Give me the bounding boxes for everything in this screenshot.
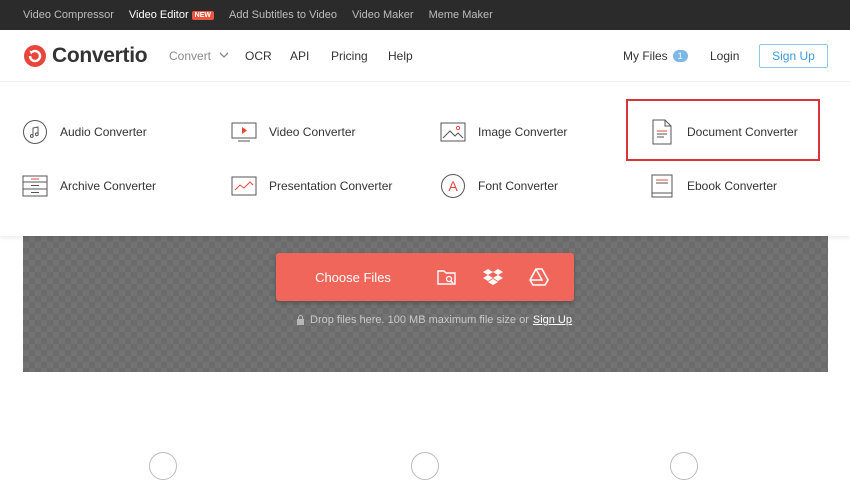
ebook-icon [649, 173, 675, 199]
new-badge: NEW [191, 11, 214, 20]
font-icon: A [440, 173, 466, 199]
nav-help[interactable]: Help [388, 49, 413, 63]
converter-label: Video Converter [269, 125, 356, 139]
converter-label: Image Converter [478, 125, 568, 139]
topbar-link-label: Video Editor [128, 9, 189, 21]
top-bar: Video Compressor Video Editor NEW Add Sub… [0, 0, 850, 30]
topbar-link-video-editor[interactable]: Video Editor NEW [129, 9, 214, 21]
folder-search-icon[interactable] [435, 265, 459, 289]
audio-converter-item[interactable]: Audio Converter [22, 119, 147, 145]
converter-label: Ebook Converter [687, 179, 778, 193]
main-navbar: Convertio Convert OCR API Pricing Help M… [0, 30, 850, 82]
feature-icon [149, 452, 177, 480]
archive-icon [22, 173, 48, 199]
image-icon [440, 119, 466, 145]
nav-login[interactable]: Login [710, 49, 739, 63]
video-play-icon [231, 119, 257, 145]
presentation-converter-item[interactable]: Presentation Converter [231, 173, 392, 199]
google-drive-icon[interactable] [527, 265, 551, 289]
music-note-icon [22, 119, 48, 145]
converter-label: Audio Converter [60, 125, 147, 139]
converter-label: Presentation Converter [269, 179, 393, 193]
logo-text: Convertio [52, 44, 148, 67]
logo[interactable]: Convertio [23, 44, 148, 68]
convertio-logo-icon [24, 45, 46, 67]
converter-label: Archive Converter [60, 179, 157, 193]
topbar-link-meme-maker[interactable]: Meme Maker [429, 9, 493, 21]
highlight-annotation-box [626, 99, 820, 161]
presentation-icon [231, 173, 257, 199]
upload-area[interactable]: Choose Files Drop files here. 100 MB max… [23, 236, 828, 372]
feature-icon [670, 452, 698, 480]
signup-button[interactable]: Sign Up [759, 44, 828, 68]
font-converter-item[interactable]: A Font Converter [440, 173, 558, 199]
ebook-converter-item[interactable]: Ebook Converter [649, 173, 777, 199]
chevron-down-icon [219, 52, 229, 58]
video-converter-item[interactable]: Video Converter [231, 119, 356, 145]
lock-icon [297, 315, 304, 325]
nav-my-files[interactable]: My Files 1 [623, 49, 688, 63]
nav-convert-dropdown[interactable]: Convert [169, 49, 229, 63]
topbar-link-add-subtitles[interactable]: Add Subtitles to Video [229, 9, 337, 21]
font-icon-glyph: A [448, 178, 458, 194]
nav-ocr[interactable]: OCR [245, 49, 272, 63]
drop-note: Drop files here. 100 MB maximum file siz… [296, 314, 572, 326]
image-converter-item[interactable]: Image Converter [440, 119, 567, 145]
topbar-link-video-compressor[interactable]: Video Compressor [23, 9, 114, 21]
archive-converter-item[interactable]: Archive Converter [22, 173, 156, 199]
feature-icon [411, 452, 439, 480]
drop-note-text: Drop files here. 100 MB maximum file siz… [310, 314, 529, 326]
choose-files-button[interactable]: Choose Files [276, 253, 430, 301]
convert-dropdown-menu: Audio Converter Video Converter Image Co… [0, 83, 850, 236]
choose-files-bar: Choose Files [276, 253, 574, 301]
nav-api[interactable]: API [290, 49, 309, 63]
drop-note-signup-link[interactable]: Sign Up [533, 314, 572, 326]
nav-pricing[interactable]: Pricing [331, 49, 368, 63]
converter-label: Font Converter [478, 179, 559, 193]
files-count-badge: 1 [672, 50, 688, 62]
dropbox-icon[interactable] [481, 265, 505, 289]
my-files-label: My Files [623, 49, 668, 63]
topbar-link-video-maker[interactable]: Video Maker [352, 9, 414, 21]
nav-convert-label: Convert [169, 49, 212, 63]
